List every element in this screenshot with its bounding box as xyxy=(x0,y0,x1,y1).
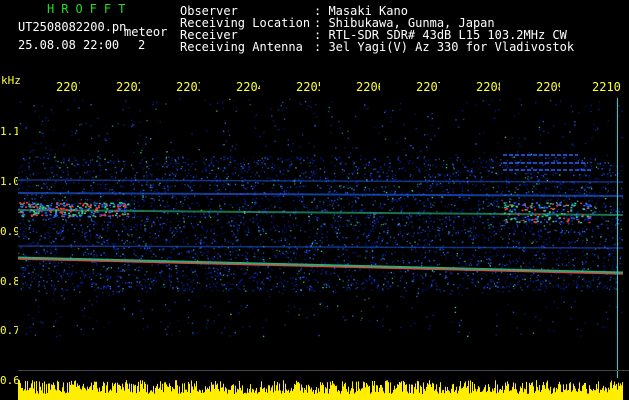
x-tick-label: 2206 xyxy=(356,80,380,94)
y-tick-label: 1.1 xyxy=(0,125,20,138)
file-name: UT2508082200.pn xyxy=(18,20,127,34)
x-tick-label: 2207 xyxy=(416,80,440,94)
antenna-value: : 3el Yagi(V) Az 330 for Vladivostok xyxy=(314,40,575,54)
x-tick-label: 2210 xyxy=(592,80,621,94)
event-tag: meteor xyxy=(124,25,168,39)
antenna-label: Receiving Antenna xyxy=(180,40,303,54)
date-time: 25.08.08 22:00 xyxy=(18,38,120,52)
frequency-unit-label: kHz xyxy=(1,74,21,87)
spectrogram-canvas xyxy=(18,98,623,338)
x-tick-label: 2204 xyxy=(236,80,260,94)
y-tick-label: 0.7 xyxy=(0,324,20,337)
y-tick-label: 0.8 xyxy=(0,275,20,288)
x-tick-label: 2208 xyxy=(476,80,500,94)
y-tick-label: 0.6 xyxy=(0,374,20,387)
info-labels: Observer Receiving Location Receiver Rec… xyxy=(180,5,310,53)
x-tick-label: 2202 xyxy=(116,80,140,94)
spectrogram-plot xyxy=(18,98,623,378)
right-axis-line xyxy=(617,98,618,378)
info-values: : Masaki Kano : Shibukawa, Gunma, Japan … xyxy=(314,5,574,53)
noise-level-canvas xyxy=(18,380,623,400)
y-tick-label: 1.0 xyxy=(0,175,20,188)
x-tick-label: 2203 xyxy=(176,80,200,94)
y-tick-label: 0.9 xyxy=(0,225,20,238)
page-number: 2 xyxy=(138,38,146,52)
noise-level-strip xyxy=(18,378,623,400)
app-brand: HROFFT xyxy=(47,2,133,16)
baseline-rule xyxy=(18,370,629,371)
x-tick-label: 2205 xyxy=(296,80,320,94)
x-tick-label: 2201 xyxy=(56,80,80,94)
x-tick-label: 2209 xyxy=(536,80,560,94)
